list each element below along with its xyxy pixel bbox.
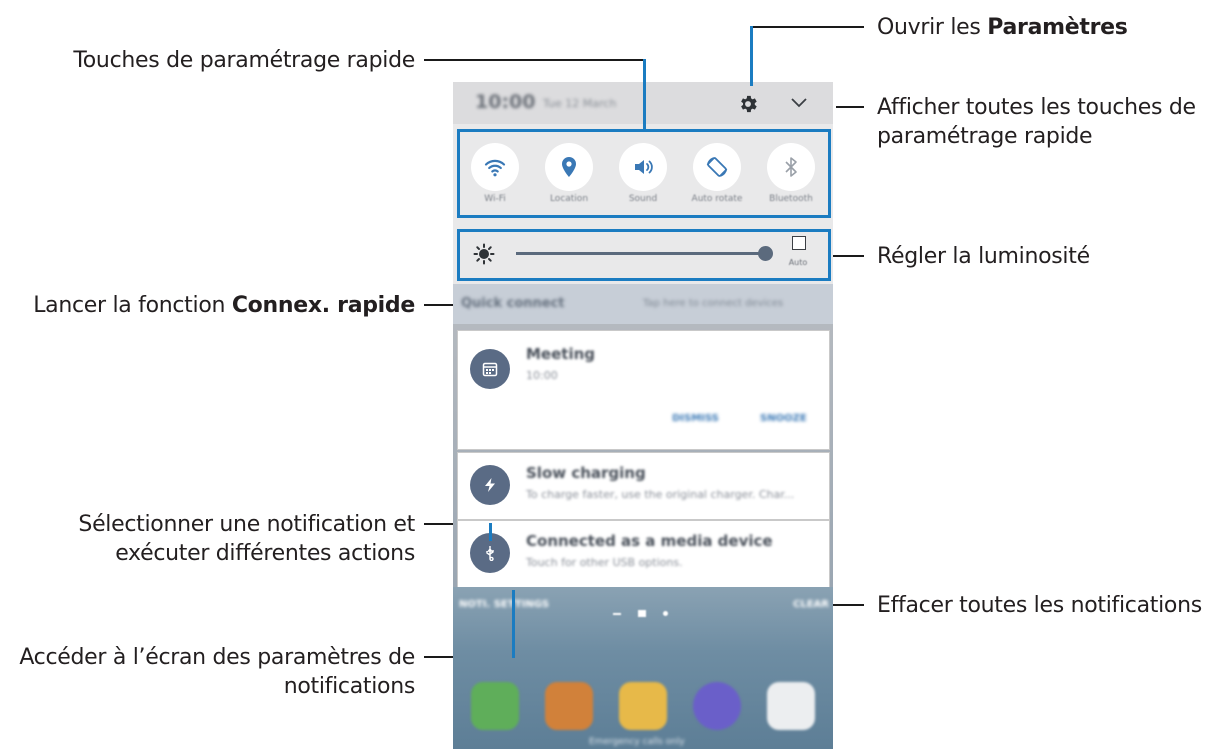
gear-icon[interactable] <box>737 93 759 115</box>
notification-meeting-title: Meeting <box>526 345 596 363</box>
label-quick-connect: Lancer la fonction Connex. rapide <box>33 293 415 318</box>
highlight-brightness <box>457 229 831 281</box>
pointer-notification-settings <box>512 590 515 658</box>
label-brightness: Régler la luminosité <box>877 244 1090 269</box>
notification-usb-title: Connected as a media device <box>526 532 773 550</box>
apps-grid-icon[interactable] <box>767 682 815 730</box>
page-indicator <box>613 603 669 622</box>
label-notification-settings: Accéder à l’écran des paramètres de noti… <box>19 645 415 699</box>
leader-clear-all <box>832 604 864 606</box>
quick-connect-label: Quick connect <box>461 296 565 311</box>
pointer-quick-buttons <box>643 59 646 130</box>
quick-connect-hint: Tap here to connect devices <box>643 298 784 309</box>
leader-open-settings <box>752 26 864 28</box>
label-show-all-quick-buttons: Afficher toutes les touches de paramétra… <box>877 95 1196 149</box>
notification-settings-button[interactable]: NOTI. SETTINGS <box>459 599 549 610</box>
notification-meeting[interactable]: Meeting 10:00 DISMISS SNOOZE <box>457 330 830 450</box>
phone-app-icon[interactable] <box>471 682 519 730</box>
leader-brightness <box>832 255 864 257</box>
home-screen-background: NOTI. SETTINGS CLEAR Emergency calls onl… <box>453 587 833 749</box>
label-clear-all: Effacer toutes les notifications <box>877 593 1202 618</box>
label-quick-buttons: Touches de paramétrage rapide <box>73 48 415 73</box>
internet-app-icon[interactable] <box>693 682 741 730</box>
charging-icon <box>485 478 495 492</box>
notification-usb[interactable]: Connected as a media device Touch for ot… <box>457 520 830 588</box>
notification-charging-icon-circle <box>470 465 510 505</box>
status-time: 10:00 <box>475 91 536 113</box>
clear-all-button[interactable]: CLEAR <box>793 599 829 610</box>
calendar-icon <box>482 362 498 377</box>
dismiss-button[interactable]: DISMISS <box>672 413 719 424</box>
label-select-notification: Sélectionner une notification et exécute… <box>78 512 415 566</box>
usb-icon <box>486 546 494 561</box>
notification-meeting-time: 10:00 <box>526 369 558 382</box>
label-open-settings: Ouvrir les Paramètres <box>877 15 1128 40</box>
notification-charging-title: Slow charging <box>526 464 646 482</box>
contacts-app-icon[interactable] <box>545 682 593 730</box>
pointer-select-notification <box>489 523 492 541</box>
leader-show-all <box>836 106 864 108</box>
chevron-down-icon[interactable] <box>789 92 809 112</box>
status-date: Tue 12 March <box>543 97 617 110</box>
leader-quick-buttons <box>424 59 644 61</box>
snooze-button[interactable]: SNOOZE <box>760 413 807 424</box>
notification-charging-text: To charge faster, use the original charg… <box>526 488 795 501</box>
leader-quick-connect <box>424 304 456 306</box>
emergency-calls-text: Emergency calls only <box>589 737 685 747</box>
quick-connect-bar[interactable]: Quick connect Tap here to connect device… <box>453 284 833 324</box>
messages-app-icon[interactable] <box>619 682 667 730</box>
notification-slow-charging[interactable]: Slow charging To charge faster, use the … <box>457 452 830 520</box>
pointer-settings <box>750 26 753 86</box>
highlight-quick-buttons <box>457 129 831 218</box>
notification-usb-text: Touch for other USB options. <box>526 556 683 569</box>
notification-meeting-icon-circle <box>470 349 510 389</box>
